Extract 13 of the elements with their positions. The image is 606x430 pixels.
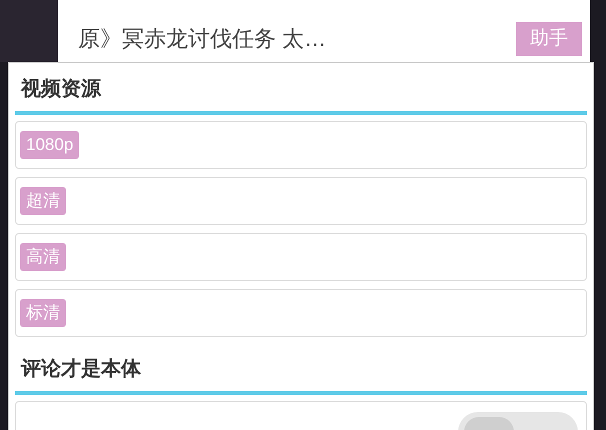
video-thumbnail [0,0,58,62]
quality-badge: 1080p [20,131,80,159]
option-row[interactable]: 1080p [15,121,587,169]
option-row[interactable]: 高清 [15,233,587,281]
option-row[interactable]: 超清 [15,177,587,225]
assistant-button[interactable]: 助手 [516,22,582,56]
post-title: 原》冥赤龙讨伐任务 太… [78,25,326,53]
quality-badge: 超清 [20,187,66,215]
option-row[interactable]: 标清 [15,289,587,337]
quality-badge: 标清 [20,299,66,327]
section-title: 评论才是本体 [21,357,141,382]
section-title: 视频资源 [21,77,101,102]
quality-badge: 高清 [20,243,66,271]
